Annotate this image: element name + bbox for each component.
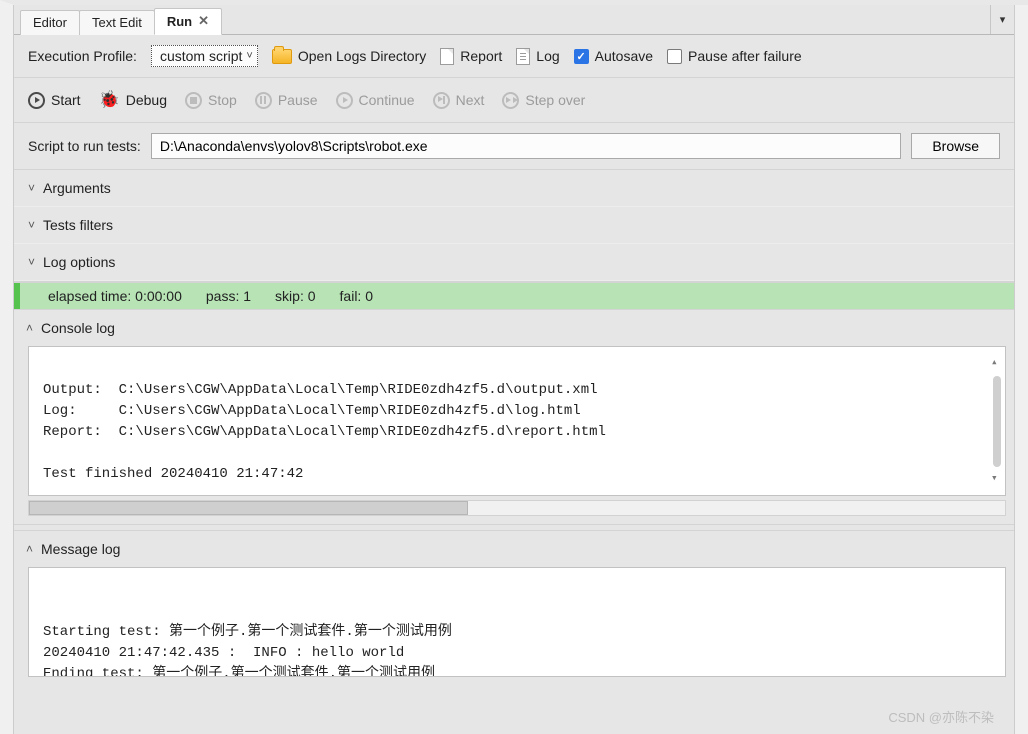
log-options-expander[interactable]: ˅ Log options bbox=[14, 244, 1014, 281]
button-label: Pause bbox=[278, 92, 318, 108]
tab-text-edit[interactable]: Text Edit bbox=[79, 10, 155, 35]
tab-label: Run bbox=[167, 14, 192, 29]
tab-run[interactable]: Run ✕ bbox=[154, 8, 222, 35]
message-log-expander[interactable]: ˄ Message log bbox=[14, 530, 1014, 567]
next-button: Next bbox=[433, 92, 485, 109]
chevron-down-icon: ˅ bbox=[246, 50, 252, 62]
expander-label: Arguments bbox=[43, 180, 111, 196]
debug-button[interactable]: 🐞 Debug bbox=[99, 90, 167, 110]
message-log-output[interactable]: Starting test: 第一个例子.第一个测试套件.第一个测试用例 202… bbox=[28, 567, 1006, 677]
stop-icon bbox=[185, 92, 202, 109]
message-text: Starting test: 第一个例子.第一个测试套件.第一个测试用例 202… bbox=[43, 624, 452, 677]
script-row: Script to run tests: Browse bbox=[14, 123, 1014, 170]
link-label: Open Logs Directory bbox=[298, 48, 426, 64]
exec-profile-label: Execution Profile: bbox=[28, 48, 137, 64]
link-label: Log bbox=[536, 48, 559, 64]
skip-count: skip: 0 bbox=[275, 288, 315, 304]
play-icon bbox=[28, 92, 45, 109]
run-controls: Start 🐞 Debug Stop Pause Continue Next bbox=[14, 78, 1014, 123]
chevron-down-icon: ˅ bbox=[28, 255, 35, 269]
expander-label: Message log bbox=[41, 541, 120, 557]
chevron-down-icon: ˅ bbox=[28, 181, 35, 195]
pause-icon bbox=[255, 92, 272, 109]
expander-label: Log options bbox=[43, 254, 115, 270]
script-path-input[interactable] bbox=[151, 133, 901, 159]
expander-label: Console log bbox=[41, 320, 115, 336]
stop-button: Stop bbox=[185, 92, 237, 109]
status-bar: elapsed time: 0:00:00 pass: 1 skip: 0 fa… bbox=[14, 282, 1014, 309]
horizontal-scrollbar[interactable] bbox=[28, 500, 1006, 516]
next-icon bbox=[433, 92, 450, 109]
continue-button: Continue bbox=[336, 92, 415, 109]
button-label: Start bbox=[51, 92, 81, 108]
chevron-up-icon: ˄ bbox=[26, 321, 33, 335]
vertical-scrollbar[interactable]: ▴ ▾ bbox=[991, 355, 1003, 487]
button-label: Next bbox=[456, 92, 485, 108]
checkbox-checked-icon: ✓ bbox=[574, 49, 589, 64]
report-link[interactable]: Report bbox=[440, 48, 502, 65]
button-label: Debug bbox=[126, 92, 167, 108]
step-over-button: Step over bbox=[502, 92, 585, 109]
combo-value: custom script bbox=[160, 48, 242, 64]
script-label: Script to run tests: bbox=[28, 138, 141, 154]
button-label: Continue bbox=[359, 92, 415, 108]
fail-count: fail: 0 bbox=[340, 288, 373, 304]
console-text: Output: C:\Users\CGW\AppData\Local\Temp\… bbox=[43, 382, 606, 482]
link-label: Report bbox=[460, 48, 502, 64]
tab-label: Editor bbox=[33, 15, 67, 30]
left-gutter bbox=[0, 5, 14, 734]
checkbox-label: Autosave bbox=[595, 48, 653, 64]
tab-editor[interactable]: Editor bbox=[20, 10, 80, 35]
start-button[interactable]: Start bbox=[28, 92, 81, 109]
scroll-thumb[interactable] bbox=[993, 376, 1001, 467]
button-label: Stop bbox=[208, 92, 237, 108]
checkbox-icon bbox=[667, 49, 682, 64]
pause-button: Pause bbox=[255, 92, 318, 109]
bug-icon: 🐞 bbox=[99, 90, 120, 110]
open-logs-directory[interactable]: Open Logs Directory bbox=[272, 48, 426, 64]
tabs-menu-button[interactable]: ▾ bbox=[990, 5, 1014, 34]
step-over-icon bbox=[502, 92, 519, 109]
arguments-expander[interactable]: ˅ Arguments bbox=[14, 170, 1014, 207]
scroll-down-icon[interactable]: ▾ bbox=[991, 471, 1003, 488]
document-lines-icon bbox=[516, 48, 530, 65]
tabs-bar: Editor Text Edit Run ✕ ▾ bbox=[14, 5, 1014, 35]
folder-icon bbox=[272, 49, 292, 64]
document-icon bbox=[440, 48, 454, 65]
tests-filters-expander[interactable]: ˅ Tests filters bbox=[14, 207, 1014, 244]
scroll-up-icon[interactable]: ▴ bbox=[991, 355, 1003, 372]
elapsed-time: elapsed time: 0:00:00 bbox=[48, 288, 182, 304]
console-log-expander[interactable]: ˄ Console log bbox=[14, 309, 1014, 346]
exec-toolbar: Execution Profile: custom script ˅ Open … bbox=[14, 35, 1014, 78]
pass-count: pass: 1 bbox=[206, 288, 251, 304]
chevron-up-icon: ˄ bbox=[26, 542, 33, 556]
button-label: Step over bbox=[525, 92, 585, 108]
console-log-output[interactable]: Output: C:\Users\CGW\AppData\Local\Temp\… bbox=[28, 346, 1006, 496]
browse-button[interactable]: Browse bbox=[911, 133, 1000, 159]
continue-icon bbox=[336, 92, 353, 109]
close-icon[interactable]: ✕ bbox=[198, 13, 209, 29]
tab-label: Text Edit bbox=[92, 15, 142, 30]
autosave-checkbox[interactable]: ✓ Autosave bbox=[574, 48, 653, 64]
expander-label: Tests filters bbox=[43, 217, 113, 233]
scroll-thumb[interactable] bbox=[29, 501, 468, 515]
chevron-down-icon: ˅ bbox=[28, 218, 35, 232]
checkbox-label: Pause after failure bbox=[688, 48, 802, 64]
exec-profile-combo[interactable]: custom script ˅ bbox=[151, 45, 258, 67]
pause-after-failure-checkbox[interactable]: Pause after failure bbox=[667, 48, 802, 64]
log-link[interactable]: Log bbox=[516, 48, 559, 65]
right-gutter bbox=[1014, 5, 1028, 734]
